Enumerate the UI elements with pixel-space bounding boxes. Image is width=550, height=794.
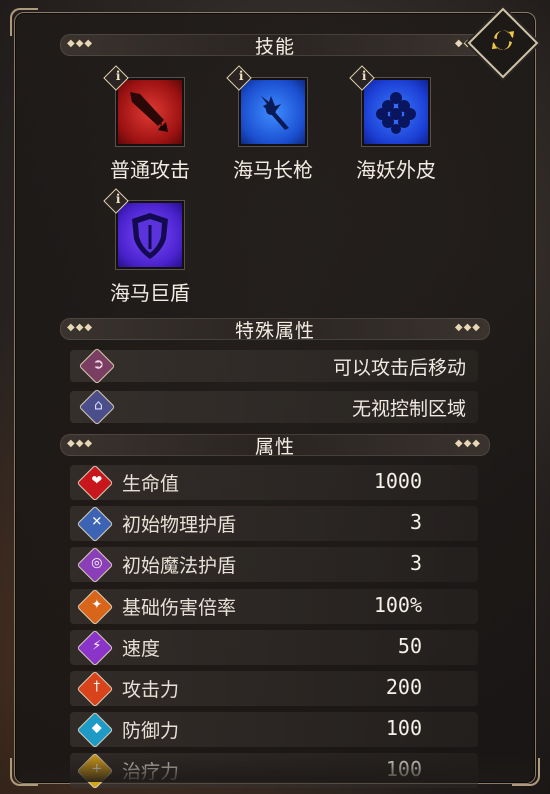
skill-seahorse-spear[interactable]: i 海马长枪 bbox=[223, 65, 323, 183]
stat-value: 1000 bbox=[373, 469, 422, 493]
skill-icon bbox=[116, 78, 184, 146]
attributes-header: ◆◆◆ 属性 ◆◆◆ bbox=[60, 434, 490, 458]
scroll-fade bbox=[20, 752, 530, 782]
stat-label: 初始物理护盾 bbox=[122, 514, 237, 537]
special-attribute-row[interactable]: ⌂ 无视控制区域 bbox=[70, 388, 478, 426]
shield-icon bbox=[132, 213, 168, 259]
speed-icon: ⚡ bbox=[76, 629, 114, 667]
stat-value: 3 bbox=[409, 510, 422, 535]
stat-row[interactable]: ✦ 基础伤害倍率 100% bbox=[70, 588, 478, 625]
skill-name: 海马长枪 bbox=[233, 158, 313, 182]
skill-seahorse-shield[interactable]: i 海马巨盾 bbox=[100, 188, 200, 306]
skill-name: 普通攻击 bbox=[110, 158, 190, 182]
move-after-attack-icon: ➲ bbox=[78, 347, 116, 385]
damage-multiplier-icon: ✦ bbox=[76, 588, 114, 625]
stat-row[interactable]: ❤ 生命值 1000 bbox=[70, 464, 478, 502]
heart-icon: ❤ bbox=[76, 464, 114, 502]
attributes-title: 属性 bbox=[254, 436, 295, 458]
skill-name: 海妖外皮 bbox=[356, 158, 436, 182]
ignore-zone-icon: ⌂ bbox=[78, 388, 116, 426]
special-title: 特殊属性 bbox=[234, 320, 315, 342]
trident-icon bbox=[261, 96, 289, 130]
stat-label: 初始魔法护盾 bbox=[122, 555, 237, 578]
stat-label: 基础伤害倍率 bbox=[122, 596, 237, 619]
special-header: ◆◆◆ 特殊属性 ◆◆◆ bbox=[60, 318, 490, 342]
magic-shield-icon: ◎ bbox=[76, 547, 114, 584]
attack-icon: † bbox=[76, 670, 114, 708]
swap-icon bbox=[492, 30, 514, 50]
stat-value: 100% bbox=[373, 592, 422, 617]
stat-row[interactable]: ⚡ 速度 50 bbox=[70, 629, 478, 667]
frame-corner bbox=[10, 8, 38, 36]
special-attribute-text: 可以攻击后移动 bbox=[332, 357, 466, 379]
skill-icon bbox=[116, 201, 184, 269]
skills-title: 技能 bbox=[254, 36, 295, 58]
skill-normal-attack[interactable]: i 普通攻击 bbox=[100, 65, 200, 183]
stat-label: 速度 bbox=[122, 637, 161, 660]
stat-value: 50 bbox=[397, 633, 422, 658]
stat-value: 3 bbox=[409, 551, 422, 576]
stat-row[interactable]: ✕ 初始物理护盾 3 bbox=[70, 505, 478, 543]
skill-icon bbox=[362, 78, 430, 146]
defense-icon: ◆ bbox=[76, 711, 114, 749]
stat-label: 攻击力 bbox=[122, 679, 180, 701]
special-attribute-row[interactable]: ➲ 可以攻击后移动 bbox=[70, 347, 478, 385]
stat-row[interactable]: ◎ 初始魔法护盾 3 bbox=[70, 547, 478, 584]
skill-icon bbox=[239, 78, 307, 146]
header-dots: ◆◆◆ bbox=[454, 322, 481, 333]
stat-row[interactable]: ◆ 防御力 100 bbox=[70, 711, 478, 749]
header-dots: ◆◆◆ bbox=[454, 438, 481, 449]
skill-name: 海马巨盾 bbox=[110, 281, 190, 305]
stat-label: 防御力 bbox=[122, 720, 180, 743]
skills-header: ◆◆◆ 技能 ◆◆◆ bbox=[60, 34, 490, 58]
skill-siren-skin[interactable]: i 海妖外皮 bbox=[346, 65, 446, 183]
sword-icon bbox=[130, 92, 168, 132]
physical-shield-icon: ✕ bbox=[76, 505, 114, 543]
stat-value: 100 bbox=[385, 716, 422, 741]
stat-value: 200 bbox=[385, 675, 422, 699]
stat-row[interactable]: † 攻击力 200 bbox=[70, 670, 478, 708]
scale-armor-icon bbox=[376, 92, 416, 134]
special-attribute-text: 无视控制区域 bbox=[351, 398, 466, 420]
stat-label: 生命值 bbox=[122, 473, 180, 495]
